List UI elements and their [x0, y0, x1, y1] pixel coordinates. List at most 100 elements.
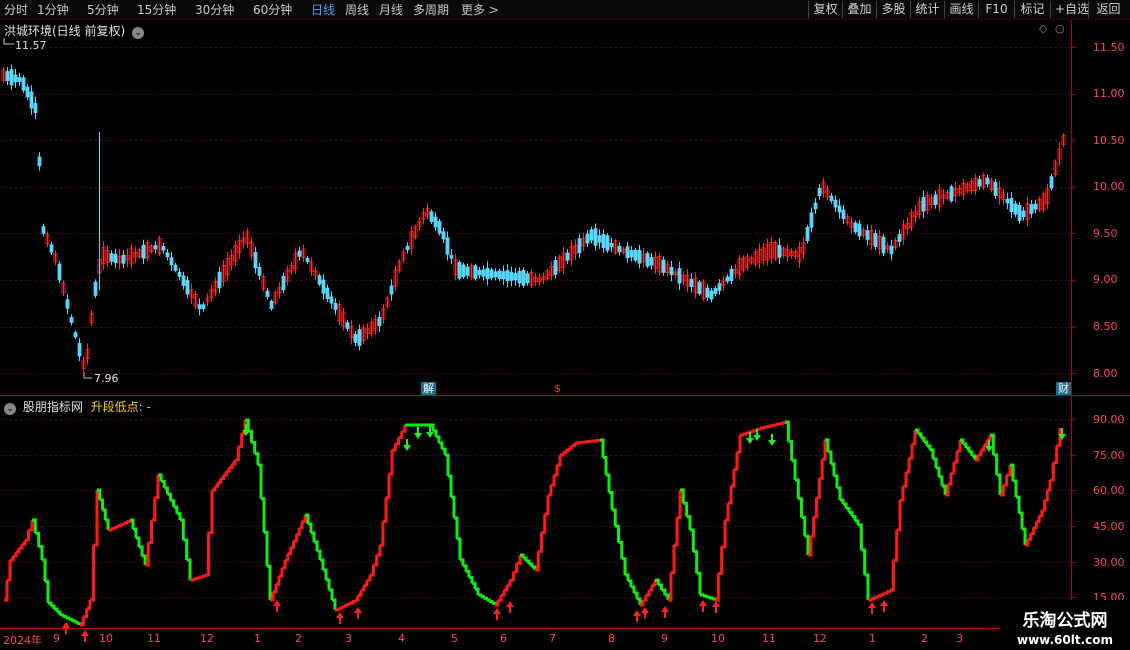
chevron-down-icon[interactable]: ⌄: [132, 27, 145, 39]
indicator-segment: [734, 452, 739, 471]
finance-marker[interactable]: 财: [1056, 382, 1071, 395]
indicator-segment: [775, 422, 781, 426]
indicator-segment: [936, 466, 941, 477]
dividend-marker[interactable]: $: [552, 382, 563, 395]
candle-body: [461, 264, 466, 277]
stock-title: 洪城环境(日线 前复权): [4, 24, 126, 38]
indicator-segment: [317, 549, 322, 560]
indicator-segment: [843, 502, 848, 509]
candle-body: [41, 226, 46, 234]
indicator-segment: [71, 619, 76, 623]
candle-body: [485, 267, 490, 280]
indicator-segment: [557, 455, 562, 467]
chevron-down-icon[interactable]: ⌄: [4, 403, 16, 415]
date-label: 10: [99, 632, 113, 645]
indicator-segment: [77, 622, 82, 626]
indicator-segment: [772, 423, 778, 427]
indicator-segment: [513, 563, 519, 574]
indicator-segment: [1056, 428, 1062, 447]
buy-arrow-icon: [273, 600, 281, 612]
indicator-segment: [7, 560, 12, 582]
price-tick: 11.00: [1093, 87, 1125, 100]
buy-arrow-icon: [506, 601, 514, 613]
indicator-segment: [840, 498, 845, 505]
candle-body: [161, 245, 166, 251]
candle-body: [377, 316, 382, 327]
indicator-segment: [778, 422, 784, 425]
indicator-segment: [232, 460, 237, 466]
candle-body: [513, 273, 518, 281]
indicator-segment: [951, 462, 956, 475]
indicator-segment: [108, 528, 113, 532]
diamond-icon[interactable]: ◇: [1039, 22, 1047, 35]
date-label: 11: [762, 632, 776, 645]
indicator-segment: [658, 583, 663, 590]
indicator-segment: [963, 442, 968, 448]
indicator-segment: [912, 430, 917, 446]
candle-body: [833, 199, 838, 208]
candle-body: [525, 273, 530, 284]
candle-body: [553, 259, 558, 275]
indicator-segment: [489, 600, 494, 604]
candle-body: [837, 205, 842, 213]
indicator-title: ⌄ 股朋指标网 升段低点: -: [4, 398, 151, 415]
candle-body: [521, 269, 526, 286]
indicator-segment: [569, 445, 574, 450]
indicator-segment: [706, 595, 711, 599]
candle-body: [305, 257, 310, 263]
indicator-segment: [326, 578, 331, 590]
candle-body: [873, 232, 878, 248]
candle-body: [501, 271, 506, 280]
candle-body: [509, 271, 514, 281]
indicator-segment: [737, 435, 742, 454]
indicator-segment: [111, 527, 116, 531]
candle-body: [165, 252, 170, 258]
buy-arrow-icon: [880, 600, 888, 612]
indicator-segment: [504, 585, 509, 592]
indicator-segment: [65, 616, 71, 620]
indicator-segment: [395, 437, 400, 446]
candle-body: [13, 74, 18, 83]
indicator-segment: [223, 471, 228, 477]
candle-body: [141, 244, 146, 259]
indicator-tick: 30.00: [1093, 556, 1125, 569]
candle-body: [437, 221, 442, 234]
candle-body: [1017, 204, 1022, 222]
candle-body: [21, 77, 26, 91]
indicator-segment: [804, 534, 810, 555]
settings-icon[interactable]: ○: [1055, 22, 1065, 35]
indicator-segment: [445, 453, 450, 476]
date-label: 3: [956, 632, 963, 645]
indicator-segment: [927, 444, 932, 450]
indicator-segment: [813, 497, 818, 519]
unlock-marker[interactable]: 解: [421, 382, 436, 395]
indicator-segment: [251, 441, 257, 454]
indicator-segment: [358, 590, 363, 597]
indicator-tick: 90.00: [1093, 413, 1125, 426]
indicator-segment: [139, 545, 144, 556]
indicator-segment: [822, 440, 827, 461]
candle-body: [585, 233, 590, 244]
indicator-segment: [852, 515, 857, 521]
indicator-segment: [548, 485, 553, 497]
indicator-segment: [293, 534, 298, 543]
indicator-segment: [105, 518, 110, 530]
indicator-segment: [1013, 479, 1018, 497]
indicator-segment: [136, 536, 141, 547]
candle-body: [709, 290, 714, 300]
indicator-segment: [25, 530, 30, 542]
indicator-segment: [523, 556, 528, 561]
indicator-subtitle: 升段低点: -: [90, 400, 151, 414]
candlestick-series: [1, 64, 1066, 373]
indicator-segment: [740, 433, 745, 437]
indicator-segment: [566, 447, 571, 452]
candle-body: [5, 71, 10, 82]
indicator-segment: [969, 450, 974, 456]
indicator-segment: [766, 425, 771, 428]
candle-body: [9, 69, 14, 86]
indicator-segment: [690, 528, 695, 552]
indicator-segment: [196, 576, 201, 580]
candle-body: [329, 296, 334, 304]
indicator-segment: [279, 568, 284, 578]
candle-body: [169, 257, 174, 266]
